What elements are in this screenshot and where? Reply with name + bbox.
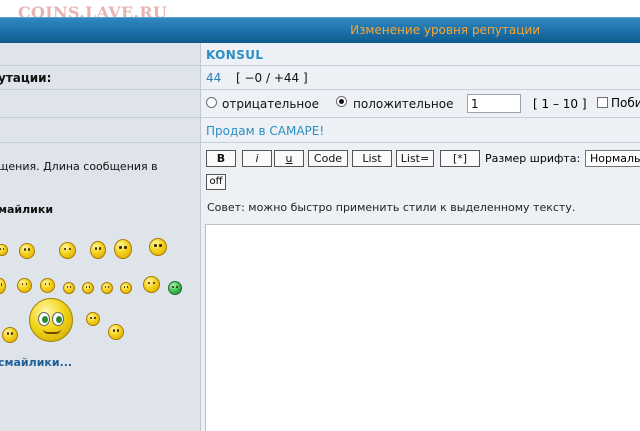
mouth-icon	[43, 329, 61, 334]
font-size-label: Размер шрифта:	[485, 152, 581, 165]
ordered-list-button[interactable]: List=	[396, 150, 434, 167]
big-smiley-icon[interactable]	[29, 298, 73, 342]
amount-range: [ 1 – 10 ]	[533, 97, 587, 111]
reputation-label: утации:	[0, 71, 52, 85]
smiley-icon[interactable]	[2, 327, 18, 343]
bold-button[interactable]: B	[206, 150, 236, 167]
code-button[interactable]: Code	[308, 150, 348, 167]
green-smiley-icon[interactable]	[168, 281, 182, 295]
label-column	[0, 43, 200, 431]
smiley-icon[interactable]	[108, 324, 124, 340]
underline-button[interactable]: u	[274, 150, 304, 167]
row-divider	[0, 65, 640, 66]
author-name: KONSUL	[206, 48, 264, 62]
header-bar: Изменение уровня репутации	[0, 17, 640, 43]
subject-link[interactable]: Продам в САМАРЕ!	[206, 124, 324, 138]
radio-positive-label: положительное	[353, 97, 454, 111]
message-textarea[interactable]	[205, 224, 640, 431]
radio-positive[interactable]	[336, 96, 347, 107]
smiley-icon[interactable]	[40, 278, 55, 293]
smiley-icon[interactable]	[143, 276, 160, 293]
radio-negative[interactable]	[206, 97, 217, 108]
checkbox-label: Поби	[611, 96, 640, 110]
list-item-button[interactable]: [*]	[440, 150, 480, 167]
italic-button[interactable]: i	[242, 150, 272, 167]
smiley-icon[interactable]	[149, 238, 167, 256]
smiley-icon[interactable]	[90, 241, 106, 259]
smilies-title: майлики	[0, 203, 54, 216]
smiley-icon[interactable]	[86, 312, 100, 326]
more-smilies-link[interactable]: смайлики...	[0, 356, 72, 369]
reputation-value: 44	[206, 71, 222, 85]
amount-input[interactable]	[467, 94, 521, 113]
font-size-select[interactable]: Нормаль	[585, 150, 640, 167]
cool-smiley-icon[interactable]	[59, 242, 76, 259]
arrow-smiley-icon[interactable]	[120, 282, 132, 294]
option-checkbox[interactable]	[597, 97, 608, 108]
smiley-icon[interactable]	[101, 282, 113, 294]
message-hint: щения. Длина сообщения в	[0, 160, 158, 173]
smiley-icon[interactable]	[63, 282, 75, 294]
eye-icon	[52, 312, 64, 326]
radio-negative-label: отрицательное	[222, 97, 319, 111]
close-tags-button[interactable]: off	[206, 174, 226, 190]
reputation-range: [ −0 / +44 ]	[236, 71, 308, 85]
row-divider	[0, 117, 640, 118]
style-tip: Совет: можно быстро применить стили к вы…	[207, 201, 576, 214]
smiley-icon[interactable]	[17, 278, 32, 293]
list-button[interactable]: List	[352, 150, 392, 167]
question-smiley-icon[interactable]	[82, 282, 94, 294]
page-title: Изменение уровня репутации	[350, 23, 540, 37]
crazy-smiley-icon[interactable]	[114, 239, 132, 259]
eye-icon	[38, 312, 50, 326]
row-divider	[0, 142, 640, 143]
smiley-icon[interactable]	[19, 243, 35, 259]
row-divider	[0, 89, 640, 90]
